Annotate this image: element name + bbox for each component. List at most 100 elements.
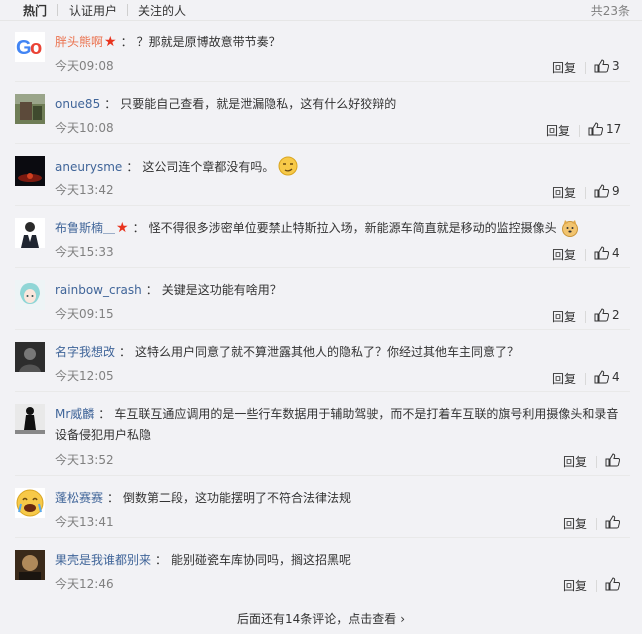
action-divider — [596, 580, 597, 592]
smirk-emoji-icon — [278, 156, 298, 183]
reply-button[interactable]: 回复 — [546, 122, 570, 139]
avatar[interactable] — [15, 342, 45, 372]
like-count: 9 — [612, 184, 620, 198]
avatar[interactable] — [15, 550, 45, 580]
comment-item: Go 胖头熊啊★：？那就是原博故意带节奏？ 今天09:08 回复 3 — [0, 20, 642, 82]
avatar[interactable] — [15, 218, 45, 248]
load-more-label: 后面还有14条评论，点击查看 — [236, 612, 397, 626]
comment-time: 今天15:33 — [55, 245, 114, 259]
like-button[interactable]: 17 — [588, 122, 621, 136]
reply-button[interactable]: 回复 — [552, 370, 576, 387]
like-count: 2 — [612, 308, 620, 322]
avatar[interactable] — [15, 488, 45, 518]
username-link[interactable]: 胖头熊啊 — [55, 35, 103, 49]
star-icon: ★ — [104, 34, 117, 50]
comment-item: rainbow_crash：关键是这功能有啥用？ 今天09:15 回复 2 — [0, 268, 642, 330]
colon: ： — [119, 345, 132, 359]
comment-item: Mr威麟 ：车互联互通应调用的是一些行车数据用于辅助驾驶，而不是打着车互联的旗号利… — [0, 392, 642, 476]
username-link[interactable]: aneurysme — [55, 160, 122, 174]
avatar[interactable]: Go — [15, 32, 45, 62]
comment-time: 今天12:05 — [55, 369, 114, 383]
like-button[interactable] — [605, 577, 623, 591]
username-link[interactable]: rainbow_crash — [55, 283, 142, 297]
username-link[interactable]: 果壳是我谁都别来 — [55, 553, 151, 567]
colon: ： — [145, 283, 158, 297]
like-count: 4 — [612, 246, 620, 260]
comment-text: 关键是这功能有啥用？ — [161, 283, 282, 297]
avatar[interactable] — [15, 404, 45, 434]
like-button[interactable]: 2 — [594, 308, 620, 322]
comment-text: 车互联互通应调用的是一些行车数据用于辅助驾驶，而不是打着车互联的旗号利用摄像头和… — [55, 407, 619, 442]
reply-button[interactable]: 回复 — [552, 184, 576, 201]
comment-time: 今天09:15 — [55, 307, 114, 321]
comment-time: 今天10:08 — [55, 121, 114, 135]
reply-button[interactable]: 回复 — [552, 308, 576, 325]
comment-text: ？那就是原博故意带节奏？ — [136, 35, 281, 49]
like-button[interactable] — [605, 515, 623, 529]
thumbs-up-icon — [594, 370, 609, 384]
username-link[interactable]: onue85 — [55, 97, 100, 111]
avatar[interactable] — [15, 280, 45, 310]
like-button[interactable]: 4 — [594, 370, 620, 384]
thumbs-up-icon — [594, 308, 609, 322]
avatar[interactable] — [15, 94, 45, 124]
comment-item: 名字我想改 ：这特么用户同意了就不算泄露其他人的隐私了？你经过其他车主同意了？ 今… — [0, 330, 642, 392]
colon: ： — [120, 35, 133, 49]
like-button[interactable] — [605, 453, 623, 467]
star-icon: ★ — [116, 220, 129, 236]
action-divider — [585, 187, 586, 199]
like-count: 4 — [612, 370, 620, 384]
like-button[interactable]: 4 — [594, 246, 620, 260]
reply-button[interactable]: 回复 — [563, 453, 587, 470]
action-divider — [596, 518, 597, 530]
thumbs-up-icon — [605, 453, 620, 467]
comment-time: 今天09:08 — [55, 59, 114, 73]
thumbs-up-icon — [594, 246, 609, 260]
colon: ： — [107, 491, 120, 505]
tab-divider — [57, 4, 58, 16]
comment-item: aneurysme ：这公司连个章都没有吗。 今天13:42 回复 9 — [0, 144, 642, 206]
like-button[interactable]: 9 — [594, 184, 620, 198]
comment-item: 蓬松赛赛 ：倒数第二段，这功能摆明了不符合法律法规 今天13:41 回复 — [0, 476, 642, 538]
colon: ： — [104, 97, 117, 111]
doge-emoji-icon — [561, 219, 579, 244]
like-count: 17 — [606, 122, 622, 136]
reply-button[interactable]: 回复 — [552, 246, 576, 263]
comment-time: 今天13:42 — [55, 183, 114, 197]
comment-text: 这特么用户同意了就不算泄露其他人的隐私了？你经过其他车主同意了？ — [135, 345, 520, 359]
svg-text:o: o — [30, 37, 42, 59]
load-more-comments-link[interactable]: 后面还有14条评论，点击查看 › — [0, 604, 642, 634]
reply-button[interactable]: 回复 — [552, 59, 576, 76]
colon: ： — [132, 221, 145, 235]
thumbs-up-icon — [594, 59, 609, 73]
colon: ： — [98, 407, 111, 421]
comment-item: 布鲁斯楠＿★：怪不得很多涉密单位要禁止特斯拉入场，新能源车简直就是移动的监控摄像… — [0, 206, 642, 268]
action-divider — [585, 62, 586, 74]
comment-item: 果壳是我谁都别来 ：能别碰瓷车库协同吗，搁这招黑呢 今天12:46 回复 — [0, 538, 642, 604]
thumbs-up-icon — [605, 577, 620, 591]
comment-item: onue85 ：只要能自己查看，就是泄漏隐私，这有什么好狡辩的 今天10:08 回… — [0, 82, 642, 144]
action-divider — [596, 456, 597, 468]
reply-button[interactable]: 回复 — [563, 577, 587, 594]
avatar[interactable] — [15, 156, 45, 186]
tab-hot[interactable]: 热门 — [23, 2, 47, 19]
colon: ： — [126, 160, 139, 174]
reply-button[interactable]: 回复 — [563, 515, 587, 532]
action-divider — [585, 373, 586, 385]
username-link[interactable]: 名字我想改 — [55, 345, 115, 359]
tab-following[interactable]: 关注的人 — [138, 2, 186, 19]
comment-text: 能别碰瓷车库协同吗，搁这招黑呢 — [171, 553, 352, 567]
like-button[interactable]: 3 — [594, 59, 620, 73]
colon: ： — [155, 553, 168, 567]
action-divider — [579, 125, 580, 137]
comment-time: 今天13:52 — [55, 453, 114, 467]
username-link[interactable]: 蓬松赛赛 — [55, 491, 103, 505]
thumbs-up-icon — [594, 184, 609, 198]
tab-verified-users[interactable]: 认证用户 — [69, 2, 117, 19]
comment-time: 今天12:46 — [55, 577, 114, 591]
comment-text: 只要能自己查看，就是泄漏隐私，这有什么好狡辩的 — [120, 97, 397, 111]
username-link[interactable]: Mr威麟 — [55, 407, 94, 421]
thumbs-up-icon — [588, 122, 603, 136]
username-link[interactable]: 布鲁斯楠＿ — [55, 221, 115, 235]
comment-tabs: 热门 认证用户 关注的人 共23条 — [0, 0, 642, 21]
